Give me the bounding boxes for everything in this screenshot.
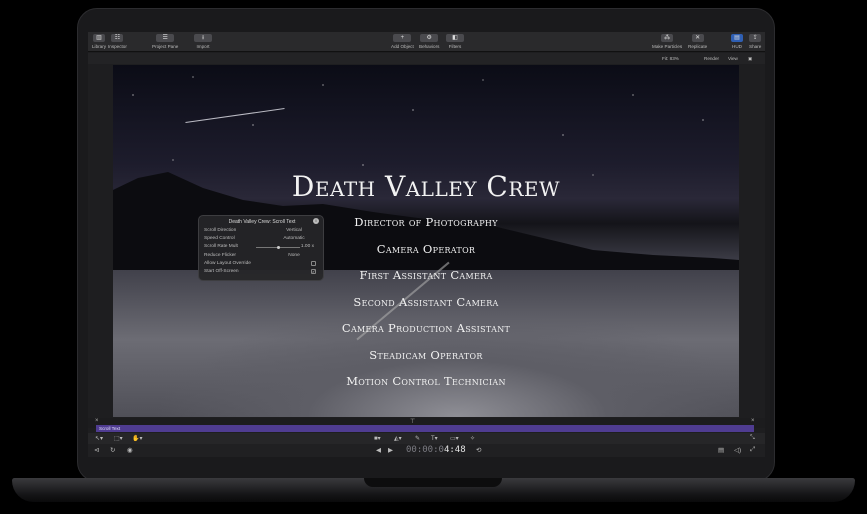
scroll-direction-select[interactable]: Vertical: [272, 228, 316, 233]
library-icon: ▥: [93, 34, 106, 42]
hud-title: Death Valley Crew: Scroll Text: [228, 219, 296, 225]
hud-button[interactable]: ▤ HUD: [731, 34, 743, 49]
credit-role: Steadicam Operator: [369, 347, 483, 362]
render-menu[interactable]: Render: [704, 56, 719, 61]
app-window: ▥ Library ☷ Inspector ☰ Project Pane ⭳ I…: [88, 32, 765, 457]
paint-tool-icon[interactable]: ✎: [415, 435, 420, 442]
tools-bar: ↖▾ ⬚▾ ✋▾ ■▾ ◭▾ ✎ T▾ ▭▾ ✧ ⤡: [88, 433, 765, 444]
credits-title: Death Valley Crew: [291, 170, 561, 203]
canvas-view-bar: Fit: 83% Render View ▣: [88, 53, 765, 64]
hud-icon: ▤: [731, 34, 743, 42]
select-tool-icon[interactable]: ↖▾: [95, 435, 103, 442]
speed-control-select[interactable]: Automatic: [272, 236, 316, 241]
import-icon: ⭳: [194, 34, 212, 42]
allow-layout-override-row: Allow Layout Override: [204, 261, 320, 268]
info-icon[interactable]: i: [313, 218, 319, 224]
allow-layout-override-checkbox[interactable]: [311, 261, 316, 266]
add-object-button[interactable]: + Add Object: [391, 34, 414, 49]
reduce-flicker-select[interactable]: None: [272, 253, 316, 258]
inspector-icon: ☷: [111, 34, 124, 42]
loop-icon[interactable]: ↻: [110, 446, 115, 454]
text-tool-icon[interactable]: T▾: [431, 435, 438, 442]
transform-tool-icon[interactable]: ⬚▾: [114, 435, 123, 442]
timecode-display[interactable]: 00:00:04:48: [406, 445, 466, 455]
timeline-toggle-icon[interactable]: ▤: [718, 446, 724, 454]
fullscreen-icon[interactable]: ⤢: [750, 446, 755, 454]
project-pane-button[interactable]: ☰ Project Pane: [152, 34, 178, 49]
shape-tool-icon[interactable]: ■▾: [374, 435, 381, 442]
replicate-icon: ✕: [691, 34, 704, 42]
scroll-rate-slider[interactable]: [256, 246, 300, 249]
scroll-rate-row: Scroll Rate Mult 1.00 x: [204, 244, 314, 249]
out-point-marker[interactable]: ×: [751, 418, 755, 424]
slider-thumb[interactable]: [276, 246, 280, 249]
share-button[interactable]: ⇪ Share: [749, 34, 761, 49]
inspector-button[interactable]: ☷ Inspector: [108, 34, 127, 49]
credit-role: Second Assistant Camera: [353, 294, 499, 309]
credit-role: Camera Production Assistant: [341, 321, 511, 335]
view-menu[interactable]: View: [728, 56, 738, 61]
library-button[interactable]: ▥ Library: [92, 34, 106, 49]
main-toolbar: ▥ Library ☷ Inspector ☰ Project Pane ⭳ I…: [88, 32, 765, 52]
reduce-flicker-row: Reduce Flicker None: [204, 253, 320, 260]
pan-tool-icon[interactable]: ✋▾: [132, 435, 142, 442]
canvas-viewer[interactable]: Death Valley Crew Director of Photograph…: [113, 65, 739, 417]
zoom-fit-menu[interactable]: Fit: 83%: [662, 56, 679, 61]
credit-role: Motion Control Technician: [346, 374, 506, 388]
mask-tool-icon[interactable]: ◭▾: [394, 435, 402, 442]
gear-icon: ⚙: [420, 34, 439, 42]
timing-icon[interactable]: ⟲: [476, 446, 481, 454]
audio-icon[interactable]: ⊲: [94, 446, 99, 454]
scroll-direction-row: Scroll Direction Vertical: [204, 228, 320, 235]
filters-icon: ◧: [446, 34, 464, 42]
playhead-marker[interactable]: ⊤: [410, 418, 415, 425]
magic-wand-icon[interactable]: ✧: [470, 435, 475, 442]
start-off-screen-row: Start Off-Screen ✓: [204, 269, 316, 274]
share-icon: ⇪: [749, 34, 762, 42]
plus-icon: +: [393, 34, 412, 42]
layout-icon[interactable]: ▣: [748, 56, 752, 62]
transport-bar: ⊲ ↻ ◉ ◀ ▶ 00:00:04:48 ⟲ ▤ ◁) ⤢: [88, 444, 765, 457]
import-button[interactable]: ⭳ Import: [194, 34, 212, 49]
rectangle-mask-icon[interactable]: ▭▾: [450, 435, 459, 442]
record-icon[interactable]: ◉: [127, 446, 133, 454]
play-backward-icon[interactable]: ◀: [376, 446, 381, 454]
volume-icon[interactable]: ◁): [734, 446, 741, 454]
replicate-button[interactable]: ✕ Replicate: [688, 34, 707, 49]
speed-control-row: Speed Control Automatic: [204, 236, 320, 243]
start-off-screen-checkbox[interactable]: ✓: [311, 269, 316, 274]
particles-icon: ⁂: [661, 34, 674, 42]
scroll-text-hud[interactable]: Death Valley Crew: Scroll Text i Scroll …: [198, 215, 324, 281]
project-pane-icon: ☰: [156, 34, 175, 42]
in-point-marker[interactable]: ×: [95, 418, 99, 424]
filters-button[interactable]: ◧ Filters: [446, 34, 464, 49]
behaviors-button[interactable]: ⚙ Behaviors: [419, 34, 439, 49]
scroll-credits[interactable]: Death Valley Crew Director of Photograph…: [113, 170, 739, 401]
scroll-rate-value[interactable]: 1.00 x: [301, 244, 314, 249]
scroll-text-track[interactable]: Scroll Text: [96, 425, 754, 432]
expand-icon[interactable]: ⤡: [750, 435, 755, 442]
make-particles-button[interactable]: ⁂ Make Particles: [652, 34, 682, 49]
laptop-notch: [364, 478, 502, 487]
play-icon[interactable]: ▶: [388, 446, 393, 454]
